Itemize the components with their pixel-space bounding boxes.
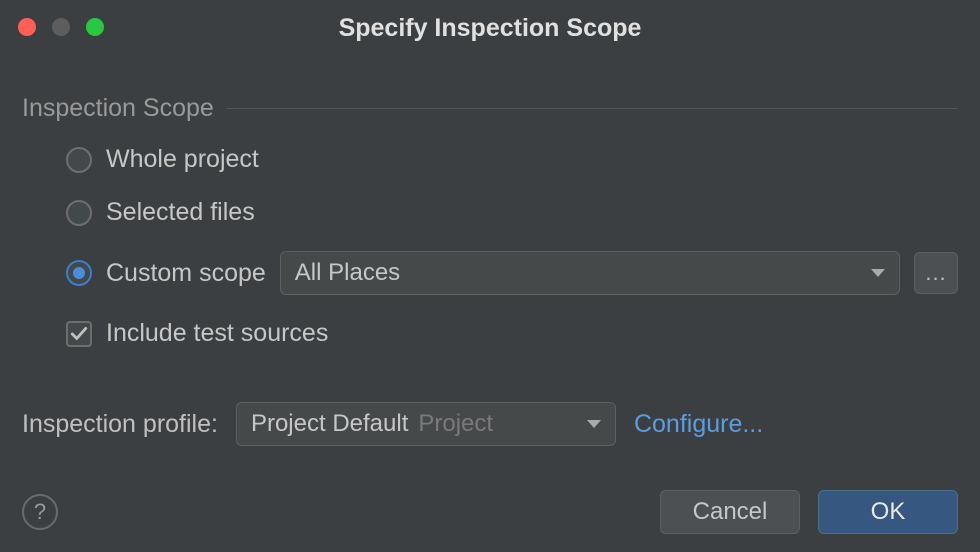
configure-link[interactable]: Configure...: [634, 410, 763, 439]
chevron-down-icon: [871, 269, 885, 277]
chevron-down-icon: [587, 420, 601, 428]
include-test-sources-label: Include test sources: [106, 319, 328, 348]
inspection-profile-dropdown[interactable]: Project Default Project: [236, 402, 616, 446]
include-test-sources-checkbox[interactable]: [66, 321, 92, 347]
close-window-button[interactable]: [18, 18, 36, 36]
custom-scope-dropdown[interactable]: All Places: [280, 251, 900, 295]
include-test-sources-row[interactable]: Include test sources: [22, 319, 958, 348]
titlebar: Specify Inspection Scope: [0, 0, 980, 40]
section-label: Inspection Scope: [22, 94, 214, 123]
custom-scope-ellipsis-button[interactable]: ...: [914, 252, 958, 294]
cancel-button[interactable]: Cancel: [660, 490, 800, 534]
maximize-window-button[interactable]: [86, 18, 104, 36]
window-controls: [18, 18, 104, 36]
radio-row-whole-project[interactable]: Whole project: [66, 145, 958, 174]
inspection-profile-sub-value: Project: [418, 410, 493, 438]
inspection-profile-dropdown-text: Project Default Project: [251, 410, 493, 438]
minimize-window-button[interactable]: [52, 18, 70, 36]
check-icon: [70, 325, 88, 343]
radio-label-custom-scope: Custom scope: [106, 259, 266, 288]
section-divider: [226, 108, 958, 109]
dialog-content: Inspection Scope Whole project Selected …: [0, 40, 980, 446]
radio-selected-files[interactable]: [66, 200, 92, 226]
section-header: Inspection Scope: [22, 94, 958, 123]
radio-whole-project[interactable]: [66, 147, 92, 173]
inspection-profile-row: Inspection profile: Project Default Proj…: [22, 402, 958, 446]
dialog-title: Specify Inspection Scope: [0, 0, 980, 43]
scope-radio-group: Whole project Selected files Custom scop…: [22, 145, 958, 295]
ok-button[interactable]: OK: [818, 490, 958, 534]
radio-row-selected-files[interactable]: Selected files: [66, 198, 958, 227]
radio-row-custom-scope: Custom scope All Places ...: [66, 251, 958, 295]
radio-label-selected-files: Selected files: [106, 198, 255, 227]
radio-custom-scope[interactable]: [66, 260, 92, 286]
radio-label-whole-project: Whole project: [106, 145, 259, 174]
help-button[interactable]: ?: [22, 494, 58, 530]
footer-buttons: Cancel OK: [660, 490, 958, 534]
inspection-profile-label: Inspection profile:: [22, 410, 218, 439]
dialog-footer: ? Cancel OK: [22, 490, 958, 534]
custom-scope-dropdown-value: All Places: [295, 259, 400, 287]
inspection-profile-main-value: Project Default: [251, 410, 408, 438]
